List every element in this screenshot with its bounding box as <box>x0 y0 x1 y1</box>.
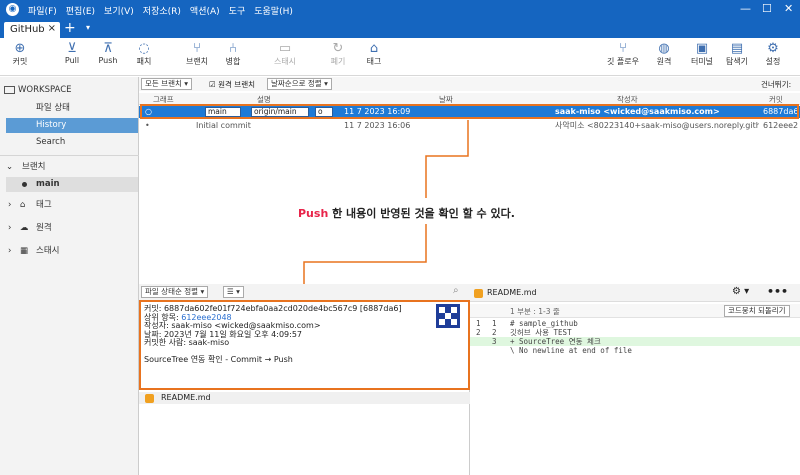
diff-panel: README.md ⚙ ▾ ••• 1 부분 : 1-3 줄 코드뭉치 되돌리기… <box>470 284 800 475</box>
list-item[interactable]: README.md <box>139 392 470 404</box>
annotation-rest: 한 내용이 반영된 것을 확인 할 수 있다. <box>328 207 515 220</box>
list-view-dropdown[interactable]: ☰ ▾ <box>223 286 244 298</box>
avatar <box>436 304 460 328</box>
committer-line: 커밋한 사람: saak-miso <box>144 338 230 347</box>
diff-line: 22 깃허브 사용 TEST <box>476 328 572 337</box>
file-sort-dropdown[interactable]: 파일 상태순 정렬 ▾ <box>141 286 209 298</box>
file-name: README.md <box>161 393 211 402</box>
file-status-toolbar: 파일 상태순 정렬 ▾ ☰ ▾ ⌕ <box>139 284 470 300</box>
diff-line: \ No newline at end of file <box>510 346 632 355</box>
more-options-icon[interactable]: ••• <box>767 285 788 298</box>
modified-file-icon <box>474 289 483 298</box>
hunk-header: 1 부분 : 1-3 줄 코드뭉치 되돌리기 <box>470 304 800 318</box>
diff-line: 11 # sample_github <box>476 319 578 328</box>
hunk-label: 1 부분 : 1-3 줄 <box>510 307 560 316</box>
commit-info: 커밋: 6887da602fe01f724ebfa0aa2cd020de4bc5… <box>139 300 470 390</box>
commit-details-panel: 파일 상태순 정렬 ▾ ☰ ▾ ⌕ 커밋: 6887da602fe01f724e… <box>139 284 470 475</box>
annotation-text: Push 한 내용이 반영된 것을 확인 할 수 있다. <box>298 205 515 221</box>
modified-file-icon <box>145 394 154 403</box>
diff-line-added: 3 + SourceTree 연동 체크 <box>470 337 800 346</box>
revert-hunk-button[interactable]: 코드뭉치 되돌리기 <box>724 305 790 317</box>
diff-file-name: README.md <box>487 288 537 297</box>
annotation-push-word: Push <box>298 207 329 220</box>
gear-icon[interactable]: ⚙ ▾ <box>732 286 749 297</box>
search-icon[interactable]: ⌕ <box>453 285 459 296</box>
diff-header: README.md ⚙ ▾ ••• <box>470 284 800 302</box>
commit-message: SourceTree 연동 확인 - Commit → Push <box>144 354 293 364</box>
